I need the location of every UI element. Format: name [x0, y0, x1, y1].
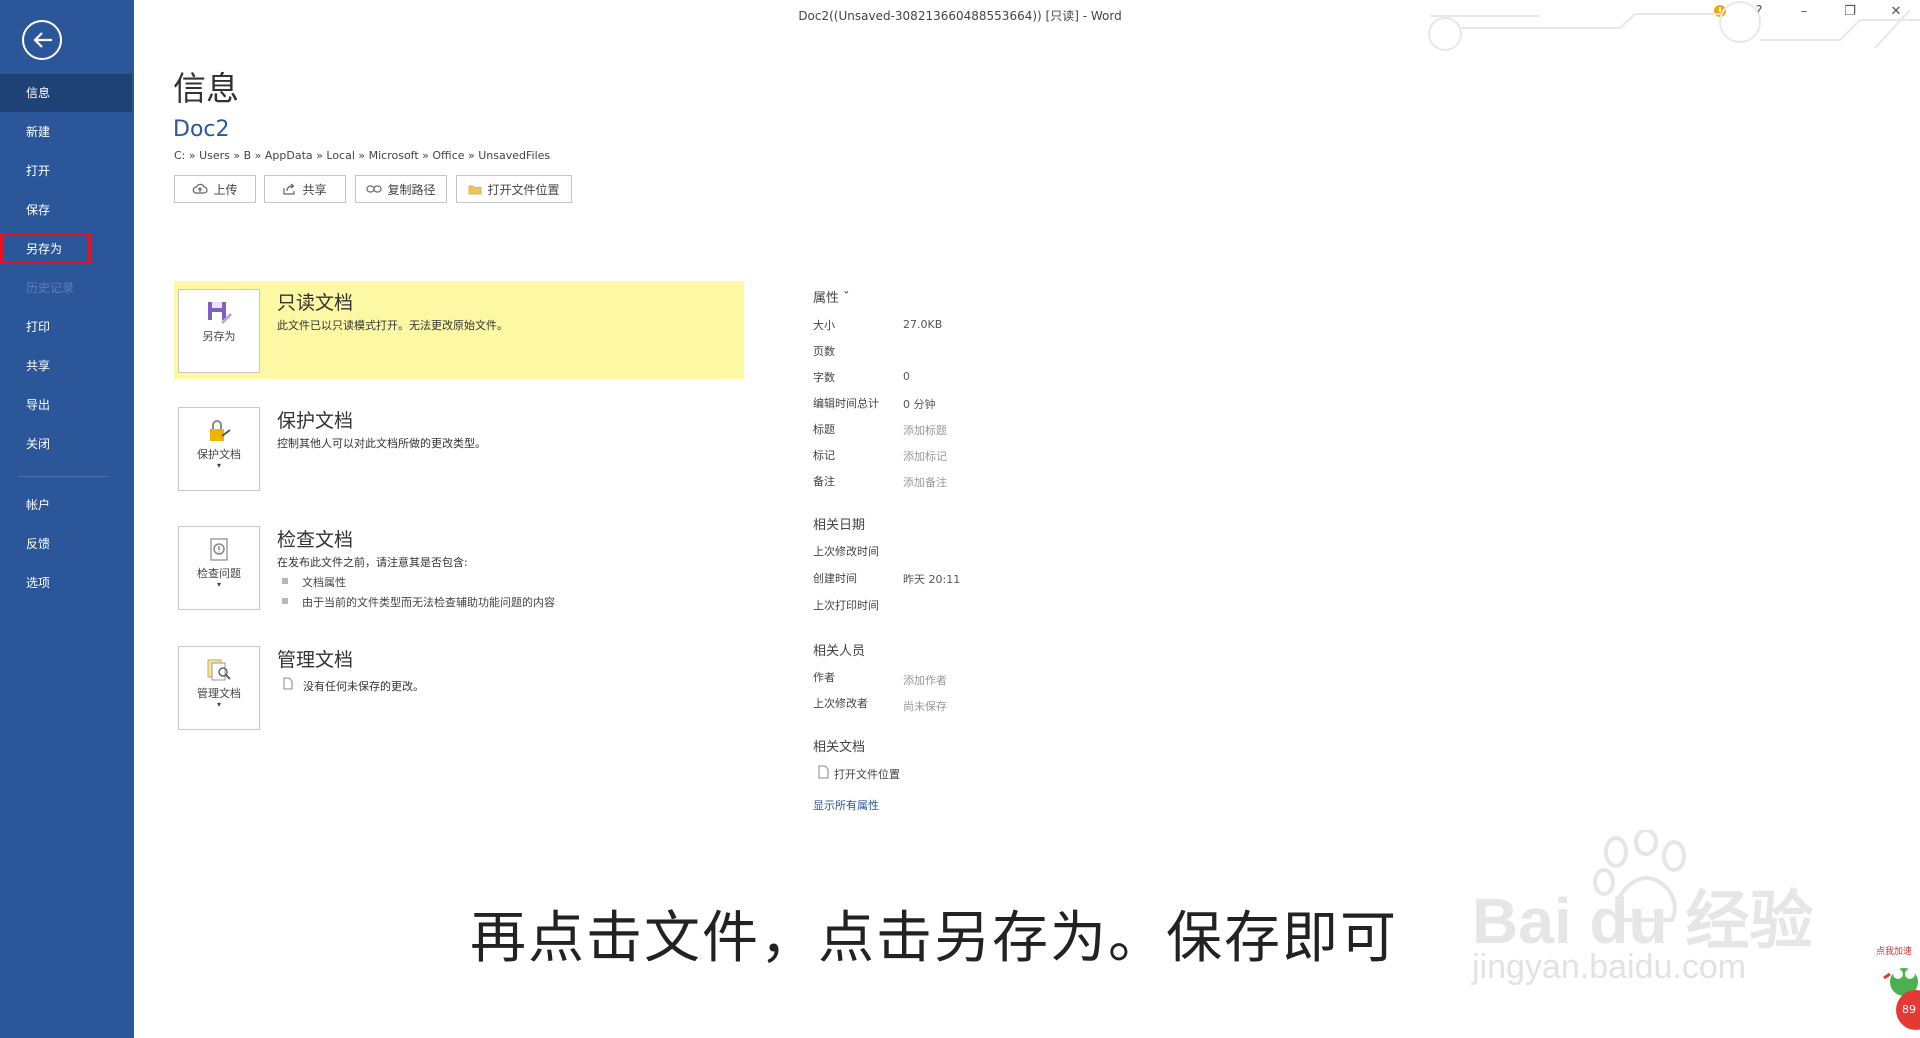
- property-label: 上次修改时间: [813, 545, 879, 558]
- property-label: 备注: [813, 475, 835, 488]
- protect-card-label: 保护文档: [197, 448, 241, 461]
- inspect-bullet-item: 由于当前的文件类型而无法检查辅助功能问题的内容: [302, 596, 555, 609]
- property-label: 作者: [813, 671, 835, 684]
- property-label: 字数: [813, 371, 835, 384]
- lock-icon: [210, 420, 231, 441]
- watermark-url: jingyan.baidu.com: [1472, 948, 1747, 986]
- sidebar-item-share[interactable]: 共享: [0, 347, 134, 385]
- document-name: Doc2: [173, 117, 230, 142]
- add-author-field[interactable]: 添加作者: [903, 672, 947, 688]
- add-title-field[interactable]: 添加标题: [903, 422, 947, 438]
- created-value: 昨天 20:11: [903, 573, 961, 586]
- property-size-value: 27.0KB: [903, 318, 943, 331]
- sidebar-item-info[interactable]: 信息: [0, 74, 132, 112]
- manage-description: 没有任何未保存的更改。: [303, 680, 424, 693]
- related-dates-heading: 相关日期: [813, 518, 866, 533]
- readonly-description: 此文件已以只读模式打开。无法更改原始文件。: [277, 319, 508, 332]
- sidebar-item-close[interactable]: 关闭: [0, 425, 134, 463]
- add-comments-field[interactable]: 添加备注: [903, 474, 947, 490]
- document-icon: [818, 765, 829, 779]
- upload-label: 上传: [213, 182, 238, 197]
- decorative-pattern: [1428, 1, 1920, 51]
- property-label: 上次打印时间: [813, 599, 879, 612]
- related-documents-heading: 相关文档: [813, 740, 866, 755]
- folder-icon: [469, 185, 482, 194]
- bullet: [282, 578, 288, 584]
- property-label: 标题: [813, 423, 835, 436]
- manage-card-label: 管理文档: [197, 687, 241, 700]
- copy-path-button[interactable]: 复制路径: [355, 175, 447, 203]
- open-file-location-link[interactable]: 打开文件位置: [834, 766, 900, 782]
- inspect-description: 在发布此文件之前，请注意其是否包含:: [277, 556, 468, 569]
- copy-path-label: 复制路径: [387, 182, 436, 197]
- page-title: 信息: [173, 69, 239, 108]
- check-issues-button[interactable]: 检查问题 ▾: [178, 526, 260, 610]
- property-label: 上次修改者: [813, 697, 868, 710]
- properties-dropdown[interactable]: 属性 ˇ: [813, 287, 850, 306]
- open-location-button[interactable]: 打开文件位置: [456, 175, 572, 203]
- property-label: 标记: [813, 449, 835, 462]
- property-edit-time-value: 0 分钟: [903, 398, 936, 411]
- dropdown-arrow-icon: ▾: [216, 461, 221, 470]
- save-as-icon: [208, 302, 232, 324]
- cloud-upload-icon: [193, 183, 209, 194]
- bullet: [282, 598, 288, 604]
- sidebar-item-options[interactable]: 选项: [0, 564, 134, 602]
- share-label: 共享: [302, 182, 327, 197]
- sidebar-item-account[interactable]: 帐户: [0, 486, 134, 524]
- check-issues-card-label: 检查问题: [197, 567, 241, 580]
- sidebar-item-new[interactable]: 新建: [0, 113, 134, 151]
- property-label: 页数: [813, 345, 835, 358]
- sidebar-item-export[interactable]: 导出: [0, 386, 134, 424]
- document-icon: [283, 677, 293, 690]
- property-label: 编辑时间总计: [813, 397, 879, 410]
- back-arrow-icon: [33, 32, 52, 48]
- video-subtitle: 再点击文件，点击另存为。保存即可: [470, 906, 1398, 971]
- link-icon: [366, 185, 383, 193]
- show-all-properties-link[interactable]: 显示所有属性: [813, 797, 879, 813]
- manage-document-button[interactable]: 管理文档 ▾: [178, 646, 260, 730]
- protect-title: 保护文档: [277, 410, 354, 432]
- sidebar-item-save[interactable]: 保存: [0, 191, 134, 229]
- protect-description: 控制其他人可以对此文档所做的更改类型。: [277, 437, 486, 450]
- readonly-title: 只读文档: [277, 292, 354, 314]
- add-tags-field[interactable]: 添加标记: [903, 448, 947, 464]
- sidebar-item-history: 历史记录: [26, 281, 75, 295]
- breadcrumb: C: » Users » B » AppData » Local » Micro…: [174, 149, 551, 162]
- manage-title: 管理文档: [277, 649, 354, 671]
- share-button[interactable]: 共享: [264, 175, 346, 203]
- last-modified-by-value: 尚未保存: [903, 700, 947, 713]
- inspect-bullet-item: 文档属性: [302, 576, 346, 589]
- sidebar-item-feedback[interactable]: 反馈: [0, 525, 134, 563]
- related-people-heading: 相关人员: [813, 644, 866, 659]
- open-location-label: 打开文件位置: [487, 182, 560, 197]
- save-as-card-label: 另存为: [202, 330, 236, 343]
- sidebar-divider: [18, 476, 108, 477]
- protect-document-button[interactable]: 保护文档 ▾: [178, 407, 260, 491]
- save-as-card-button[interactable]: 另存为: [178, 289, 260, 373]
- inspect-title: 检查文档: [277, 529, 354, 551]
- share-icon: [283, 183, 296, 195]
- property-label: 大小: [813, 319, 835, 332]
- dropdown-arrow-icon: ▾: [216, 580, 221, 589]
- manage-document-icon: [207, 659, 231, 681]
- property-words-value: 0: [903, 370, 910, 383]
- sidebar-item-print[interactable]: 打印: [0, 308, 134, 346]
- sidebar-item-open[interactable]: 打开: [0, 152, 134, 190]
- inspect-document-icon: [210, 538, 228, 561]
- property-label: 创建时间: [813, 572, 857, 585]
- dropdown-arrow-icon: ▾: [216, 700, 221, 709]
- speed-up-label: 点我加速: [1876, 947, 1913, 957]
- upload-button[interactable]: 上传: [174, 175, 256, 203]
- back-button[interactable]: [22, 20, 62, 60]
- save-as-highlight-box: [0, 233, 91, 264]
